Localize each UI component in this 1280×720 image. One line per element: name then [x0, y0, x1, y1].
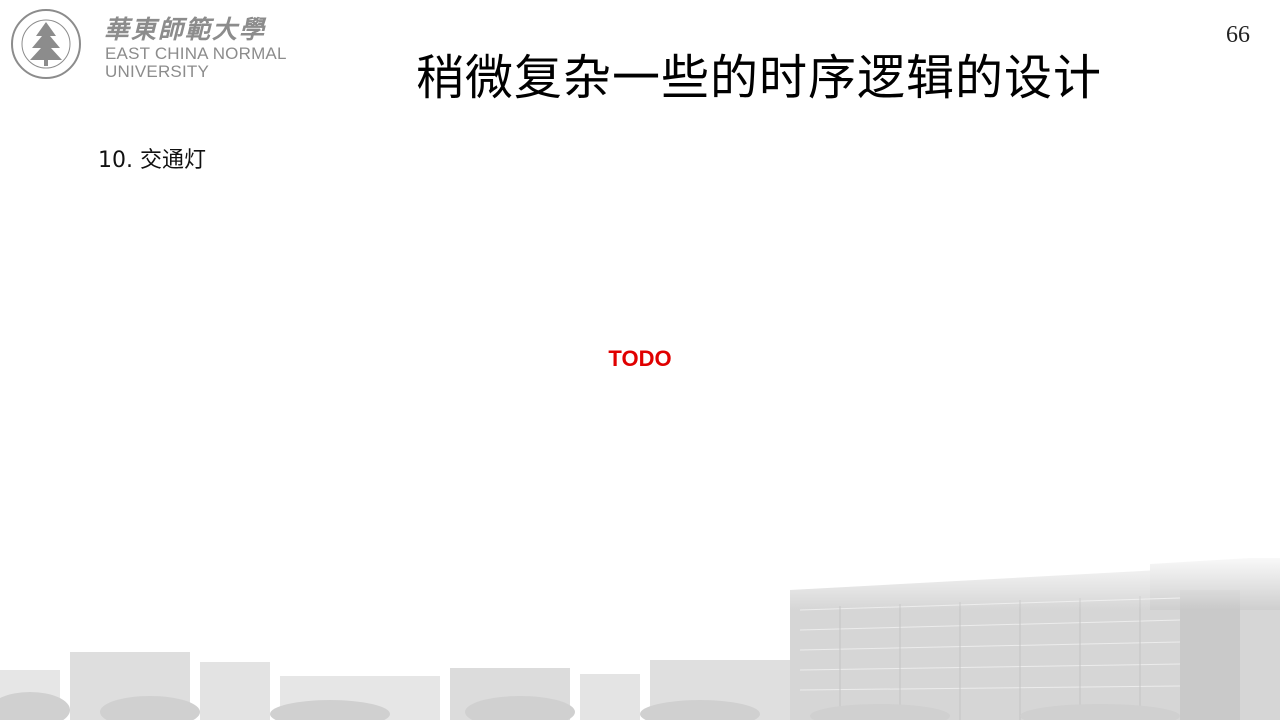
- page-number: 66: [1226, 22, 1250, 48]
- section-heading: 10. 交通灯: [98, 148, 206, 173]
- university-name-chinese: 華東師範大學: [104, 15, 267, 44]
- university-name-english-line2: UNIVERSITY: [105, 62, 210, 81]
- university-seal-icon: [11, 9, 81, 79]
- university-logo: 華東師範大學 EAST CHINA NORMAL UNIVERSITY: [8, 6, 298, 82]
- todo-placeholder: TODO: [608, 346, 672, 371]
- university-name-english-line1: EAST CHINA NORMAL: [105, 44, 287, 63]
- campus-building-background: [0, 550, 1280, 720]
- slide-title: 稍微复杂一些的时序逻辑的设计: [416, 50, 1103, 106]
